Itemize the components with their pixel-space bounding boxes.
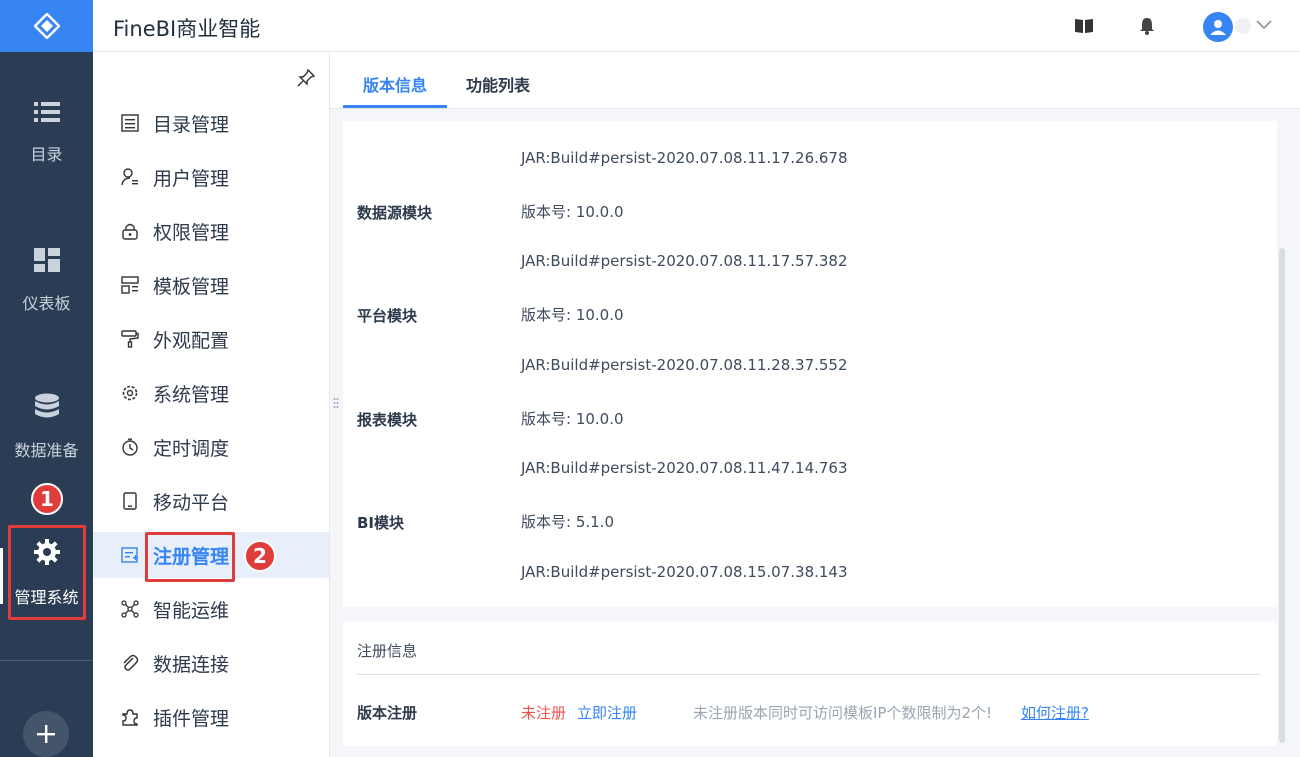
submenu-item-label: 外观配置 (153, 329, 230, 352)
submenu-item-label: 目录管理 (153, 113, 230, 136)
rail-item-label: 目录 (30, 145, 63, 164)
jar-build-text: JAR:Build#persist-2020.07.08.11.17.26.67… (521, 149, 848, 167)
highlight-box-registration (145, 532, 235, 582)
submenu-item-label: 智能运维 (153, 599, 230, 622)
app-title: FineBI商业智能 (113, 17, 261, 41)
link-icon (123, 654, 139, 671)
user-avatar-icon (1210, 20, 1226, 35)
top-header: FineBI商业智能 (93, 0, 1300, 52)
plugin-icon (122, 709, 138, 726)
submenu-item-ops[interactable]: 智能运维 (93, 586, 329, 632)
add-button[interactable] (23, 711, 69, 757)
tab-feature-list[interactable]: 功能列表 (466, 72, 530, 96)
plus-icon (37, 725, 55, 743)
submenu-item-label: 系统管理 (153, 383, 230, 406)
resize-handle-icon[interactable] (333, 397, 339, 411)
registration-header: 注册信息 (357, 642, 418, 660)
rail-item-dashboard[interactable]: 仪表板 (0, 248, 93, 314)
registration-note: 未注册版本同时可访问模板IP个数限制为2个! (693, 704, 993, 722)
submenu-item-label: 用户管理 (153, 167, 230, 190)
module-name: 数据源模块 (357, 204, 433, 222)
mobile-icon (123, 492, 137, 510)
jar-build-text: JAR:Build#persist-2020.07.08.11.28.37.55… (521, 356, 848, 374)
rail-divider (0, 660, 93, 661)
submenu-item-permissions[interactable]: 权限管理 (93, 208, 329, 254)
timer-icon (122, 438, 138, 456)
rail-item-label: 仪表板 (22, 294, 71, 313)
scrollbar[interactable] (1279, 248, 1285, 743)
paint-roller-icon (121, 330, 139, 348)
database-icon (34, 393, 59, 418)
jar-build-text: JAR:Build#persist-2020.07.08.11.17.57.38… (521, 252, 848, 270)
module-version: 版本号: 10.0.0 (521, 203, 624, 221)
submenu-item-plugins[interactable]: 插件管理 (93, 694, 329, 740)
pin-icon[interactable] (296, 68, 316, 88)
jar-build-text: JAR:Build#persist-2020.07.08.15.07.38.14… (521, 563, 848, 581)
registration-status: 未注册 (521, 704, 567, 722)
catalog-icon (121, 114, 139, 132)
network-icon (121, 600, 139, 618)
book-icon[interactable] (1074, 17, 1094, 35)
settings-icon (122, 385, 138, 401)
submenu-item-appearance[interactable]: 外观配置 (93, 316, 329, 362)
register-icon (121, 547, 138, 563)
bell-icon[interactable] (1139, 17, 1155, 35)
tab-bar: 版本信息 功能列表 (330, 52, 1300, 109)
module-version: 版本号: 10.0.0 (521, 410, 624, 428)
submenu-item-system[interactable]: 系统管理 (93, 370, 329, 416)
submenu-item-mobile[interactable]: 移动平台 (93, 478, 329, 524)
submenu-item-label: 数据连接 (153, 653, 230, 676)
list-icon (33, 102, 60, 122)
submenu-item-label: 模板管理 (153, 275, 230, 298)
user-icon (121, 168, 138, 186)
module-name: 报表模块 (357, 411, 418, 429)
user-avatar[interactable] (1203, 12, 1233, 42)
left-rail: 目录 仪表板 数据准备 管理系统 (0, 0, 93, 757)
registration-label: 版本注册 (357, 704, 418, 722)
username-redacted (1235, 18, 1251, 34)
divider (357, 674, 1261, 675)
submenu-item-label: 定时调度 (153, 437, 230, 460)
highlight-box-admin (8, 525, 86, 620)
jar-build-text: JAR:Build#persist-2020.07.08.11.47.14.76… (521, 459, 848, 477)
logo[interactable] (0, 0, 93, 52)
module-version: 版本号: 10.0.0 (521, 306, 624, 324)
version-info-card: JAR:Build#persist-2020.07.08.11.17.26.67… (343, 121, 1277, 607)
step-badge-1: 1 (31, 483, 63, 515)
chevron-down-icon[interactable] (1256, 20, 1272, 30)
submenu-item-data-connection[interactable]: 数据连接 (93, 640, 329, 686)
module-name: 平台模块 (357, 307, 418, 325)
logo-icon (33, 13, 60, 39)
admin-submenu: 目录管理 用户管理 权限管理 模板管理 外观配置 系统管理 定时调度 移动平台 (93, 52, 330, 757)
rail-item-data-prep[interactable]: 数据准备 (0, 393, 93, 461)
submenu-item-label: 权限管理 (153, 221, 230, 244)
submenu-item-users[interactable]: 用户管理 (93, 154, 329, 200)
dashboard-icon (33, 248, 60, 272)
rail-item-label: 数据准备 (14, 441, 79, 460)
submenu-item-schedule[interactable]: 定时调度 (93, 424, 329, 470)
submenu-item-templates[interactable]: 模板管理 (93, 262, 329, 308)
registration-card: 注册信息 版本注册 未注册 立即注册 未注册版本同时可访问模板IP个数限制为2个… (343, 621, 1277, 746)
how-to-register-link[interactable]: 如何注册? (1021, 702, 1089, 723)
template-icon (121, 276, 139, 294)
module-version: 版本号: 5.1.0 (521, 513, 614, 531)
submenu-item-label: 插件管理 (153, 707, 230, 730)
submenu-item-catalog[interactable]: 目录管理 (93, 100, 329, 146)
app-root: 目录 仪表板 数据准备 管理系统 FineBI商业智能 目录管理 用户管理 权限… (0, 0, 1300, 757)
rail-item-catalog[interactable]: 目录 (0, 101, 93, 165)
active-tab-underline (343, 105, 447, 108)
module-name: BI模块 (357, 514, 405, 532)
lock-icon (122, 223, 138, 240)
submenu-item-label: 移动平台 (153, 491, 230, 514)
register-now-link[interactable]: 立即注册 (577, 702, 637, 723)
tab-version-info[interactable]: 版本信息 (363, 72, 427, 96)
step-badge-2: 2 (244, 540, 276, 572)
